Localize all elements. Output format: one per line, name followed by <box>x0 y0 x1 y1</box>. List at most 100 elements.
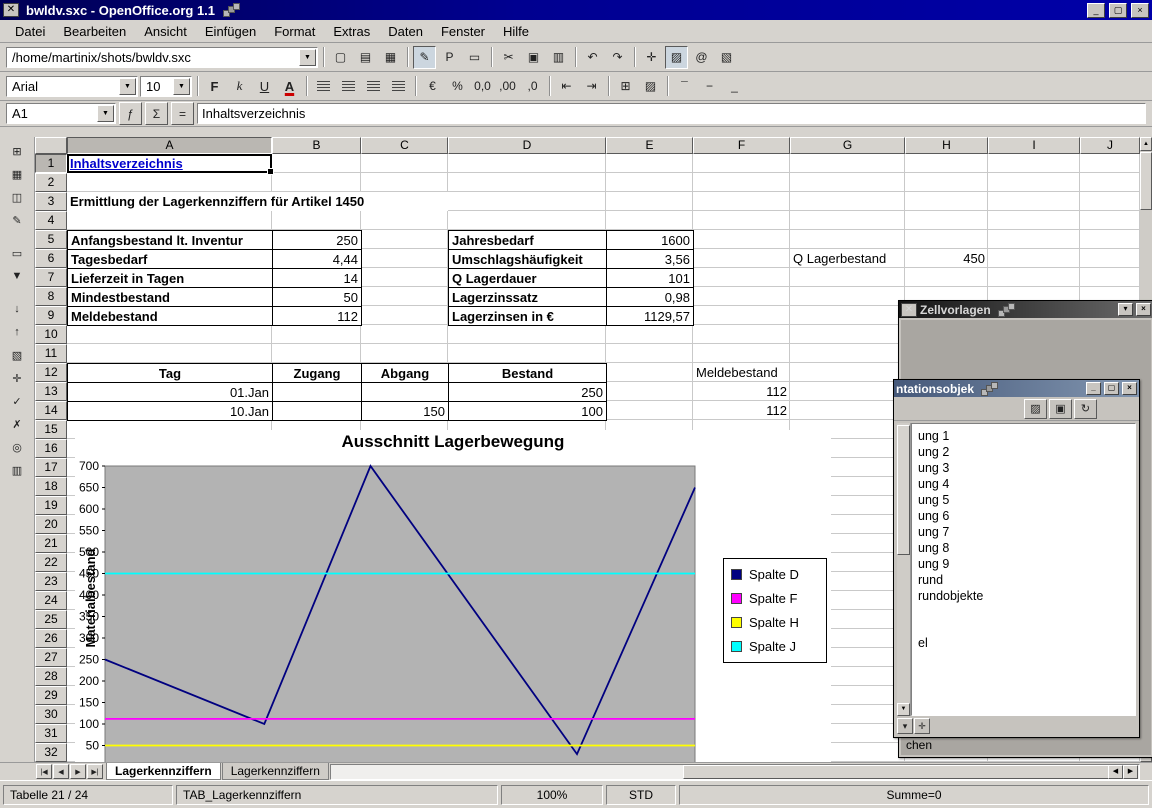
cell[interactable]: 150 <box>362 402 449 421</box>
row-header-23[interactable]: 23 <box>35 572 67 591</box>
row-header-27[interactable]: 27 <box>35 648 67 667</box>
row-header-15[interactable]: 15 <box>35 420 67 439</box>
edit-file-icon[interactable]: ✎ <box>413 46 436 69</box>
row-header-28[interactable]: 28 <box>35 667 67 686</box>
hyperlink-dialog-icon[interactable]: @ <box>690 46 713 69</box>
tab-prev-button[interactable]: ◀ <box>53 764 69 779</box>
menu-bearbeiten[interactable]: Bearbeiten <box>54 22 135 41</box>
align-left-icon[interactable] <box>312 75 335 98</box>
cell-F14[interactable]: 112 <box>693 401 790 420</box>
cell[interactable]: 1129,57 <box>607 307 694 326</box>
undo-icon[interactable]: ↶ <box>581 46 604 69</box>
row-header-26[interactable]: 26 <box>35 629 67 648</box>
row-header-22[interactable]: 22 <box>35 553 67 572</box>
cell-F13[interactable]: 112 <box>693 382 790 401</box>
spellcheck-icon[interactable]: ✓ <box>4 390 31 412</box>
cell[interactable]: 50 <box>273 288 362 307</box>
row-header-9[interactable]: 9 <box>35 306 67 325</box>
close-button[interactable]: × <box>1122 382 1137 395</box>
style-list-item[interactable]: ung 3 <box>914 460 1133 476</box>
cell-A3[interactable]: Ermittlung der Lagerkennziffern für Arti… <box>67 192 448 211</box>
cell-G6[interactable]: Q Lagerbestand <box>790 249 905 268</box>
url-combo[interactable]: /home/martinix/shots/bwldv.sxc ▼ <box>6 47 318 68</box>
align-right-icon[interactable] <box>362 75 385 98</box>
paste-icon[interactable]: ▥ <box>547 46 570 69</box>
menu-ansicht[interactable]: Ansicht <box>135 22 196 41</box>
export-pdf-icon[interactable]: P <box>438 46 461 69</box>
cell[interactable]: Q Lagerdauer <box>449 269 607 288</box>
cell[interactable]: Lagerzinssatz <box>449 288 607 307</box>
number-standard-icon[interactable]: 0,0 <box>471 75 494 98</box>
cell[interactable]: 4,44 <box>273 250 362 269</box>
horizontal-scrollbar[interactable]: ◀ ▶ <box>330 764 1140 780</box>
search-replace-icon[interactable]: ◎ <box>4 436 31 458</box>
col-header-F[interactable]: F <box>693 137 790 154</box>
scroll-down-icon[interactable]: ▼ <box>897 703 910 716</box>
cell[interactable]: Lieferzeit in Tagen <box>68 269 273 288</box>
row-header-14[interactable]: 14 <box>35 401 67 420</box>
col-header-B[interactable]: B <box>272 137 361 154</box>
scroll-right-icon[interactable]: ▶ <box>1123 765 1138 779</box>
cell[interactable]: 250 <box>449 383 607 402</box>
sort-descending-icon[interactable]: ↑ <box>4 321 31 343</box>
cell[interactable]: Tag <box>68 364 273 383</box>
cell[interactable]: 112 <box>273 307 362 326</box>
insert-object-icon[interactable]: ◫ <box>4 186 31 208</box>
col-header-I[interactable]: I <box>988 137 1080 154</box>
delete-decimal-icon[interactable]: ,0 <box>521 75 544 98</box>
function-wizard-icon[interactable]: ƒ <box>119 102 142 125</box>
row-header-29[interactable]: 29 <box>35 686 67 705</box>
insert-icon[interactable]: ⊞ <box>4 140 31 162</box>
row-header-17[interactable]: 17 <box>35 458 67 477</box>
rollup-button[interactable]: ▾ <box>1118 303 1133 316</box>
font-size-dropdown-icon[interactable]: ▼ <box>173 78 190 95</box>
close-button[interactable]: × <box>1131 3 1149 18</box>
row-header-6[interactable]: 6 <box>35 249 67 268</box>
cell-styles-titlebar[interactable]: ✕ Zellvorlagen ▾ × <box>899 301 1152 318</box>
col-header-D[interactable]: D <box>448 137 606 154</box>
italic-icon[interactable]: k <box>228 75 251 98</box>
cell[interactable]: Anfangsbestand lt. Inventur <box>68 231 273 250</box>
save-document-icon[interactable]: ▦ <box>379 46 402 69</box>
font-size-combo[interactable]: 10 ▼ <box>140 76 192 97</box>
style-list-item[interactable]: ung 6 <box>914 508 1133 524</box>
window-menu-icon[interactable]: ✕ <box>901 303 917 317</box>
cell[interactable]: Jahresbedarf <box>449 231 607 250</box>
vertical-scroll-thumb[interactable] <box>1140 152 1152 210</box>
cell[interactable] <box>273 383 362 402</box>
status-mode[interactable]: STD <box>606 785 676 805</box>
align-justify-icon[interactable] <box>387 75 410 98</box>
align-top-icon[interactable]: ¯ <box>673 75 696 98</box>
number-currency-icon[interactable]: € <box>421 75 444 98</box>
cell[interactable]: 101 <box>607 269 694 288</box>
align-middle-icon[interactable]: − <box>698 75 721 98</box>
cell[interactable]: Mindestbestand <box>68 288 273 307</box>
row-header-20[interactable]: 20 <box>35 515 67 534</box>
gallery-icon[interactable]: ▧ <box>715 46 738 69</box>
font-name-combo[interactable]: Arial ▼ <box>6 76 138 97</box>
stylist-scroll-thumb[interactable] <box>897 425 910 555</box>
cut-icon[interactable]: ✂ <box>497 46 520 69</box>
cell[interactable]: 100 <box>449 402 607 421</box>
style-list-item[interactable]: ung 1 <box>914 428 1133 444</box>
cell[interactable]: 0,98 <box>607 288 694 307</box>
minimize-button[interactable]: _ <box>1086 382 1101 395</box>
horizontal-scroll-thumb[interactable] <box>683 765 1111 779</box>
row-header-10[interactable]: 10 <box>35 325 67 344</box>
underline-icon[interactable]: U <box>253 75 276 98</box>
maximize-button[interactable]: ▢ <box>1104 382 1119 395</box>
window-menu-icon[interactable]: ✕ <box>3 3 19 17</box>
row-header-4[interactable]: 4 <box>35 211 67 230</box>
style-list-item[interactable]: el <box>914 635 1133 651</box>
menu-daten[interactable]: Daten <box>379 22 432 41</box>
style-list-item[interactable]: ung 4 <box>914 476 1133 492</box>
row-header-16[interactable]: 16 <box>35 439 67 458</box>
auto-spellcheck-icon[interactable]: ✗ <box>4 413 31 435</box>
cell[interactable]: 3,56 <box>607 250 694 269</box>
menu-datei[interactable]: Datei <box>6 22 54 41</box>
font-color-icon[interactable]: A <box>278 75 301 98</box>
sheet-tab-0[interactable]: Lagerkennziffern <box>106 763 221 780</box>
url-dropdown-icon[interactable]: ▼ <box>299 49 316 66</box>
row-header-30[interactable]: 30 <box>35 705 67 724</box>
col-header-G[interactable]: G <box>790 137 905 154</box>
